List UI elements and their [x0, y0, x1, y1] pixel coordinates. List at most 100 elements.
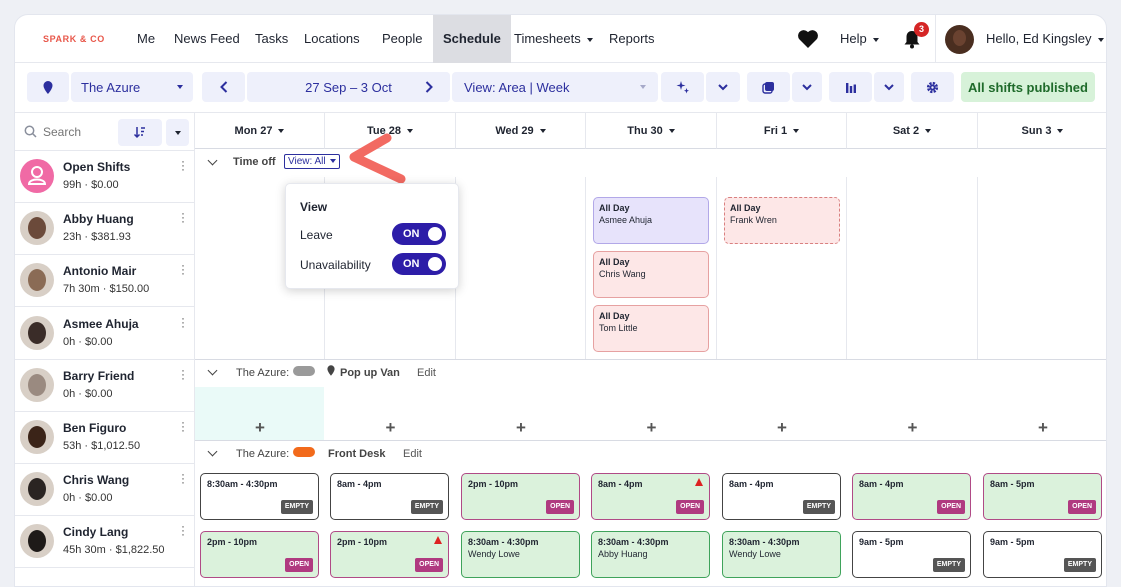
more-options-icon[interactable]: · · · — [181, 416, 185, 436]
person-row[interactable]: Abby Huang 23h · $381.93 · · · — [15, 203, 195, 256]
nav-tasks[interactable]: Tasks — [255, 15, 288, 63]
view-select[interactable]: View: Area | Week — [452, 72, 658, 102]
stats-menu[interactable] — [874, 72, 904, 102]
day-column — [847, 177, 978, 359]
person-hours-cost: 99h · $0.00 — [63, 179, 119, 191]
time-off-view-link[interactable]: View: All — [284, 154, 340, 169]
person-row[interactable]: Barry Friend 0h · $0.00 · · · — [15, 360, 195, 412]
day-label: Sun 3 — [1021, 125, 1052, 137]
nav-schedule[interactable]: Schedule — [433, 15, 511, 63]
add-shift-icon[interactable]: + — [908, 418, 918, 438]
avatar[interactable] — [945, 25, 974, 54]
shift-card[interactable]: 2pm - 10pm OPEN — [461, 473, 580, 520]
chevron-down-icon[interactable] — [207, 155, 218, 166]
gear-icon — [926, 81, 939, 93]
more-options-icon[interactable]: · · · — [181, 155, 185, 175]
more-options-icon[interactable]: · · · — [181, 207, 185, 227]
time-off-entry[interactable]: All Day Asmee Ahuja — [593, 197, 709, 244]
person-hours-cost: 45h 30m · $1,822.50 — [63, 544, 165, 557]
templates-button[interactable] — [747, 72, 790, 102]
person-row[interactable]: Open Shifts 99h · $0.00 · · · — [15, 151, 195, 203]
heart-icon[interactable] — [797, 29, 819, 48]
add-shift-icon[interactable]: + — [386, 418, 396, 438]
search-input[interactable] — [43, 123, 113, 141]
shift-time: 8am - 4pm — [598, 479, 643, 489]
day-header[interactable]: Sat 2 — [847, 113, 978, 149]
person-row[interactable]: Antonio Mair 7h 30m · $150.00 · · · — [15, 255, 195, 308]
nav-me[interactable]: Me — [137, 15, 155, 63]
day-header[interactable]: Wed 29 — [456, 113, 586, 149]
chevron-down-icon — [539, 129, 546, 134]
time-off-label: Time off — [233, 156, 276, 168]
person-row[interactable]: Chris Wang 0h · $0.00 · · · — [15, 464, 195, 517]
add-shift-icon[interactable]: + — [647, 418, 657, 438]
day-header[interactable]: Mon 27 — [195, 113, 325, 149]
day-header[interactable]: Sun 3 — [978, 113, 1106, 149]
location-select[interactable]: The Azure — [71, 72, 193, 102]
shift-card[interactable]: 8:30am - 4:30pm Abby Huang — [591, 531, 710, 578]
auto-schedule-button[interactable] — [661, 72, 704, 102]
more-options-icon[interactable]: · · · — [181, 520, 185, 540]
leave-toggle[interactable]: ON — [392, 223, 446, 245]
area-prefix: The Azure: — [236, 367, 290, 379]
add-shift-icon[interactable]: + — [516, 418, 526, 438]
day-header[interactable]: Thu 30 — [586, 113, 717, 149]
time-off-view-popup: View Leave ON Unavailability ON — [285, 183, 459, 289]
shift-card[interactable]: 9am - 5pm EMPTY — [852, 531, 971, 578]
shift-card[interactable]: 8am - 4pm EMPTY — [330, 473, 449, 520]
person-row[interactable]: Asmee Ahuja 0h · $0.00 · · · — [15, 308, 195, 360]
more-options-icon[interactable]: · · · — [181, 312, 185, 332]
chevron-down-icon — [872, 37, 879, 42]
chevron-down-icon[interactable] — [207, 446, 218, 457]
next-week-button[interactable] — [407, 72, 450, 102]
chevron-down-icon[interactable] — [207, 365, 218, 376]
unavailability-toggle[interactable]: ON — [392, 253, 446, 275]
shift-card[interactable]: 8am - 5pm OPEN — [983, 473, 1102, 520]
shift-card[interactable]: 8:30am - 4:30pm Wendy Lowe — [722, 531, 841, 578]
shift-card[interactable]: 2pm - 10pm OPEN — [330, 531, 449, 578]
stats-button[interactable] — [829, 72, 872, 102]
edit-area-link[interactable]: Edit — [417, 367, 436, 379]
prev-week-button[interactable] — [202, 72, 245, 102]
shift-card[interactable]: 8:30am - 4:30pm EMPTY — [200, 473, 319, 520]
nav-news-feed[interactable]: News Feed — [174, 15, 240, 63]
person-row[interactable]: Ben Figuro 53h · $1,012.50 · · · — [15, 412, 195, 464]
shift-card[interactable]: 8:30am - 4:30pm Wendy Lowe — [461, 531, 580, 578]
settings-button[interactable] — [911, 72, 954, 102]
copy-icon — [762, 81, 774, 94]
nav-timesheets[interactable]: Timesheets — [514, 15, 593, 63]
location-pin-button[interactable] — [27, 72, 69, 102]
sort-button[interactable] — [118, 119, 162, 146]
sort-menu-button[interactable] — [166, 119, 189, 146]
warning-icon — [434, 536, 442, 544]
person-hours-cost: 0h · $0.00 — [63, 492, 113, 505]
published-status-button[interactable]: All shifts published — [961, 72, 1095, 102]
auto-schedule-menu[interactable] — [706, 72, 740, 102]
nav-reports[interactable]: Reports — [609, 15, 655, 63]
help-menu[interactable]: Help — [840, 15, 879, 63]
more-options-icon[interactable]: · · · — [181, 364, 185, 384]
nav-locations[interactable]: Locations — [304, 15, 360, 63]
shift-card[interactable]: 8am - 4pm EMPTY — [722, 473, 841, 520]
pin-icon — [43, 80, 53, 94]
day-header[interactable]: Fri 1 — [717, 113, 847, 149]
more-options-icon[interactable]: · · · — [181, 468, 185, 488]
shift-time: 9am - 5pm — [859, 537, 904, 547]
edit-area-link[interactable]: Edit — [403, 448, 422, 460]
shift-card[interactable]: 9am - 5pm EMPTY — [983, 531, 1102, 578]
time-off-entry[interactable]: All Day Chris Wang — [593, 251, 709, 298]
time-off-entry[interactable]: All Day Tom Little — [593, 305, 709, 352]
shift-card[interactable]: 8am - 4pm OPEN — [591, 473, 710, 520]
brand-logo[interactable]: SPARK & CO — [43, 34, 105, 44]
add-shift-icon[interactable]: + — [255, 418, 265, 438]
more-options-icon[interactable]: · · · — [181, 259, 185, 279]
add-shift-icon[interactable]: + — [1038, 418, 1048, 438]
shift-card[interactable]: 2pm - 10pm OPEN — [200, 531, 319, 578]
nav-people[interactable]: People — [382, 15, 422, 63]
user-menu[interactable]: Hello, Ed Kingsley — [986, 15, 1104, 63]
person-row[interactable]: Cindy Lang 45h 30m · $1,822.50 · · · — [15, 516, 195, 569]
shift-card[interactable]: 8am - 4pm OPEN — [852, 473, 971, 520]
time-off-entry[interactable]: All Day Frank Wren — [724, 197, 840, 244]
templates-menu[interactable] — [792, 72, 822, 102]
add-shift-icon[interactable]: + — [777, 418, 787, 438]
